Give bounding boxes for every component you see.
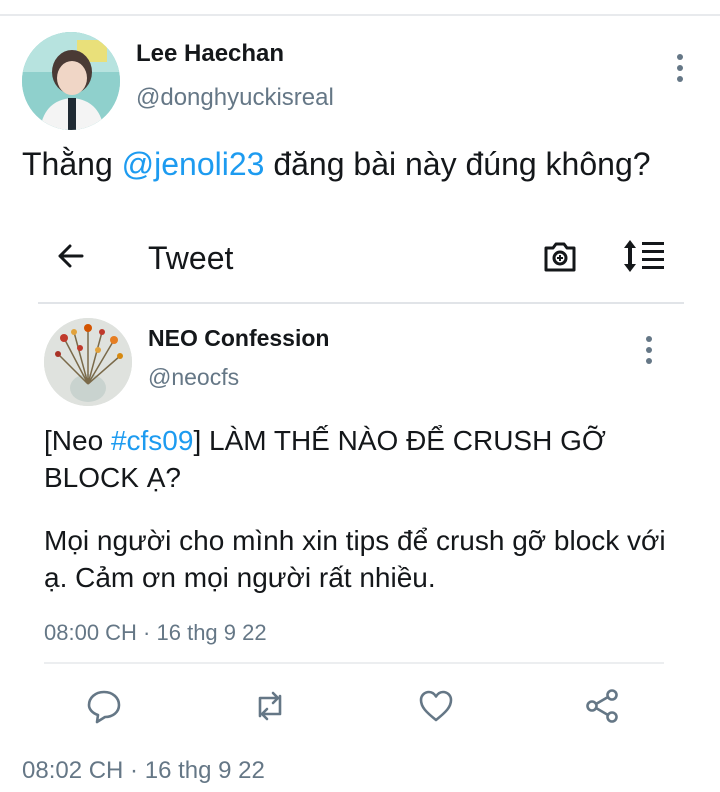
more-vertical-icon (646, 336, 652, 364)
tweet-text: Thằng @jenoli23 đăng bài này đúng không? (22, 146, 651, 183)
author-name[interactable]: Lee Haechan (136, 40, 284, 68)
sort-icon (620, 236, 668, 276)
embedded-avatar (44, 318, 132, 406)
embedded-tweet-title: [Neo #cfs09] LÀM THẾ NÀO ĐỂ CRUSH GỠ BLO… (44, 422, 674, 496)
embedded-author-handle: @neocfs (148, 364, 240, 390)
embedded-tweet-timestamp: 08:00 CH · 16 thg 9 22 (44, 620, 267, 645)
embedded-tweet-body: Mọi người cho mình xin tips để crush gỡ … (44, 525, 666, 593)
more-vertical-icon[interactable] (677, 54, 683, 82)
embedded-author-name: NEO Confession (148, 325, 330, 351)
mention-link[interactable]: @jenoli23 (122, 146, 265, 182)
screenshot-header-title: Tweet (148, 240, 234, 276)
embedded-title-prefix: [Neo (44, 425, 111, 456)
hashtag-link: #cfs09 (110, 425, 194, 456)
camera-icon (540, 236, 580, 276)
author-handle[interactable]: @donghyuckisreal (136, 84, 334, 112)
tweet-timestamp[interactable]: 08:02 CH · 16 thg 9 22 (22, 757, 265, 785)
share-icon (582, 686, 622, 726)
back-arrow-icon (52, 236, 92, 276)
tweet-text-suffix: đăng bài này đúng không? (264, 146, 651, 182)
screenshot-header: Tweet (0, 224, 720, 290)
top-divider (0, 14, 720, 16)
avatar[interactable] (22, 32, 120, 130)
embedded-divider (44, 662, 664, 664)
retweet-icon (250, 686, 290, 726)
tweet-text-prefix: Thằng (22, 146, 122, 182)
like-icon (416, 686, 456, 726)
screenshot-divider (38, 302, 684, 304)
reply-icon (84, 686, 124, 726)
